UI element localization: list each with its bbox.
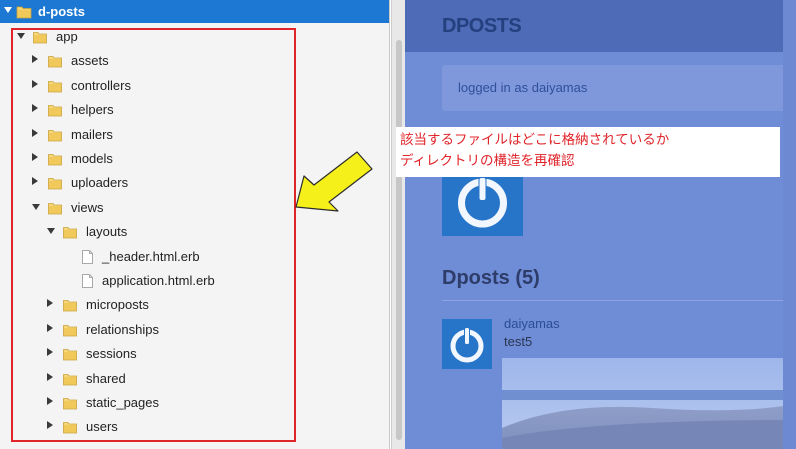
tree-root-item[interactable]: d-posts (0, 0, 389, 23)
tree-item-label: uploaders (71, 175, 129, 190)
folder-icon (63, 396, 77, 410)
folder-icon (63, 372, 77, 386)
post-content: test5 (504, 334, 533, 349)
disclosure-collapsed-icon[interactable] (32, 80, 38, 88)
annotation-line-2: ディレクトリの構造を再確認 (400, 153, 575, 169)
project-tree-panel: d-posts app assets controllers helpers maile… (0, 0, 390, 449)
folder-icon (63, 225, 77, 239)
disclosure-collapsed-icon[interactable] (32, 55, 38, 63)
post-avatar[interactable] (442, 319, 492, 369)
disclosure-collapsed-icon[interactable] (47, 373, 53, 381)
disclosure-expanded-icon[interactable] (47, 228, 55, 234)
tree-item-label: microposts (86, 297, 149, 312)
post-image (502, 358, 796, 449)
app-logo[interactable]: DPOSTS (442, 15, 522, 38)
disclosure-collapsed-icon[interactable] (32, 104, 38, 112)
folder-icon (63, 347, 77, 361)
tree-item-label: sessions (86, 346, 137, 361)
login-status-text: logged in as daiyamas (458, 80, 588, 95)
disclosure-collapsed-icon[interactable] (32, 129, 38, 137)
folder-icon (48, 128, 62, 142)
post-username-link[interactable]: daiyamas (504, 316, 560, 331)
tree-root-label: d-posts (38, 4, 85, 19)
folder-icon (48, 152, 62, 166)
file-icon (82, 250, 93, 264)
annotation-line-1: 該当するファイルはどこに格納されているか (400, 132, 670, 148)
folder-icon (48, 201, 62, 215)
folder-icon (48, 176, 62, 190)
tree-item-label: assets (71, 53, 109, 68)
folder-icon (16, 4, 32, 19)
tree-item-label: app (56, 29, 78, 44)
folder-icon (63, 298, 77, 312)
disclosure-collapsed-icon[interactable] (47, 348, 53, 356)
disclosure-collapsed-icon[interactable] (47, 324, 53, 332)
disclosure-collapsed-icon[interactable] (47, 299, 53, 307)
disclosure-collapsed-icon[interactable] (32, 177, 38, 185)
tree-item-label: _header.html.erb (102, 249, 200, 264)
tree-item-label: shared (86, 371, 126, 386)
pointer-arrow-icon (295, 151, 373, 212)
tree-item-label: users (86, 419, 118, 434)
tree-item-label: mailers (71, 127, 113, 142)
posts-section-title: Dposts (5) (442, 267, 540, 289)
folder-icon (63, 420, 77, 434)
folder-icon (48, 103, 62, 117)
tree-item-label: static_pages (86, 395, 159, 410)
file-icon (82, 274, 93, 288)
tree-scrollbar-thumb[interactable] (396, 40, 402, 440)
tree-item-label: layouts (86, 224, 128, 239)
disclosure-expanded-icon[interactable] (4, 7, 12, 13)
tree-item-label: models (71, 151, 113, 166)
tree-item-label: controllers (71, 78, 131, 93)
app-scrollbar[interactable] (783, 0, 796, 449)
disclosure-collapsed-icon[interactable] (47, 397, 53, 405)
folder-icon (63, 323, 77, 337)
folder-icon (48, 54, 62, 68)
app-preview: DPOSTS logged in as daiyamas Dposts (5) … (405, 0, 796, 449)
app-navbar: DPOSTS (405, 0, 796, 52)
folder-icon (33, 30, 47, 44)
disclosure-expanded-icon[interactable] (32, 204, 40, 210)
folder-icon (48, 79, 62, 93)
login-status-banner: logged in as daiyamas (442, 65, 796, 111)
tree-item-label: application.html.erb (102, 273, 215, 288)
tree-item-label: relationships (86, 322, 159, 337)
disclosure-expanded-icon[interactable] (17, 33, 25, 39)
disclosure-collapsed-icon[interactable] (47, 421, 53, 429)
divider (442, 300, 796, 301)
disclosure-collapsed-icon[interactable] (32, 153, 38, 161)
tree-item-label: views (71, 200, 104, 215)
annotation-note: 該当するファイルはどこに格納されているか ディレクトリの構造を再確認 (396, 127, 780, 177)
tree-item-label: helpers (71, 102, 114, 117)
tree-scrollbar[interactable] (391, 0, 405, 449)
